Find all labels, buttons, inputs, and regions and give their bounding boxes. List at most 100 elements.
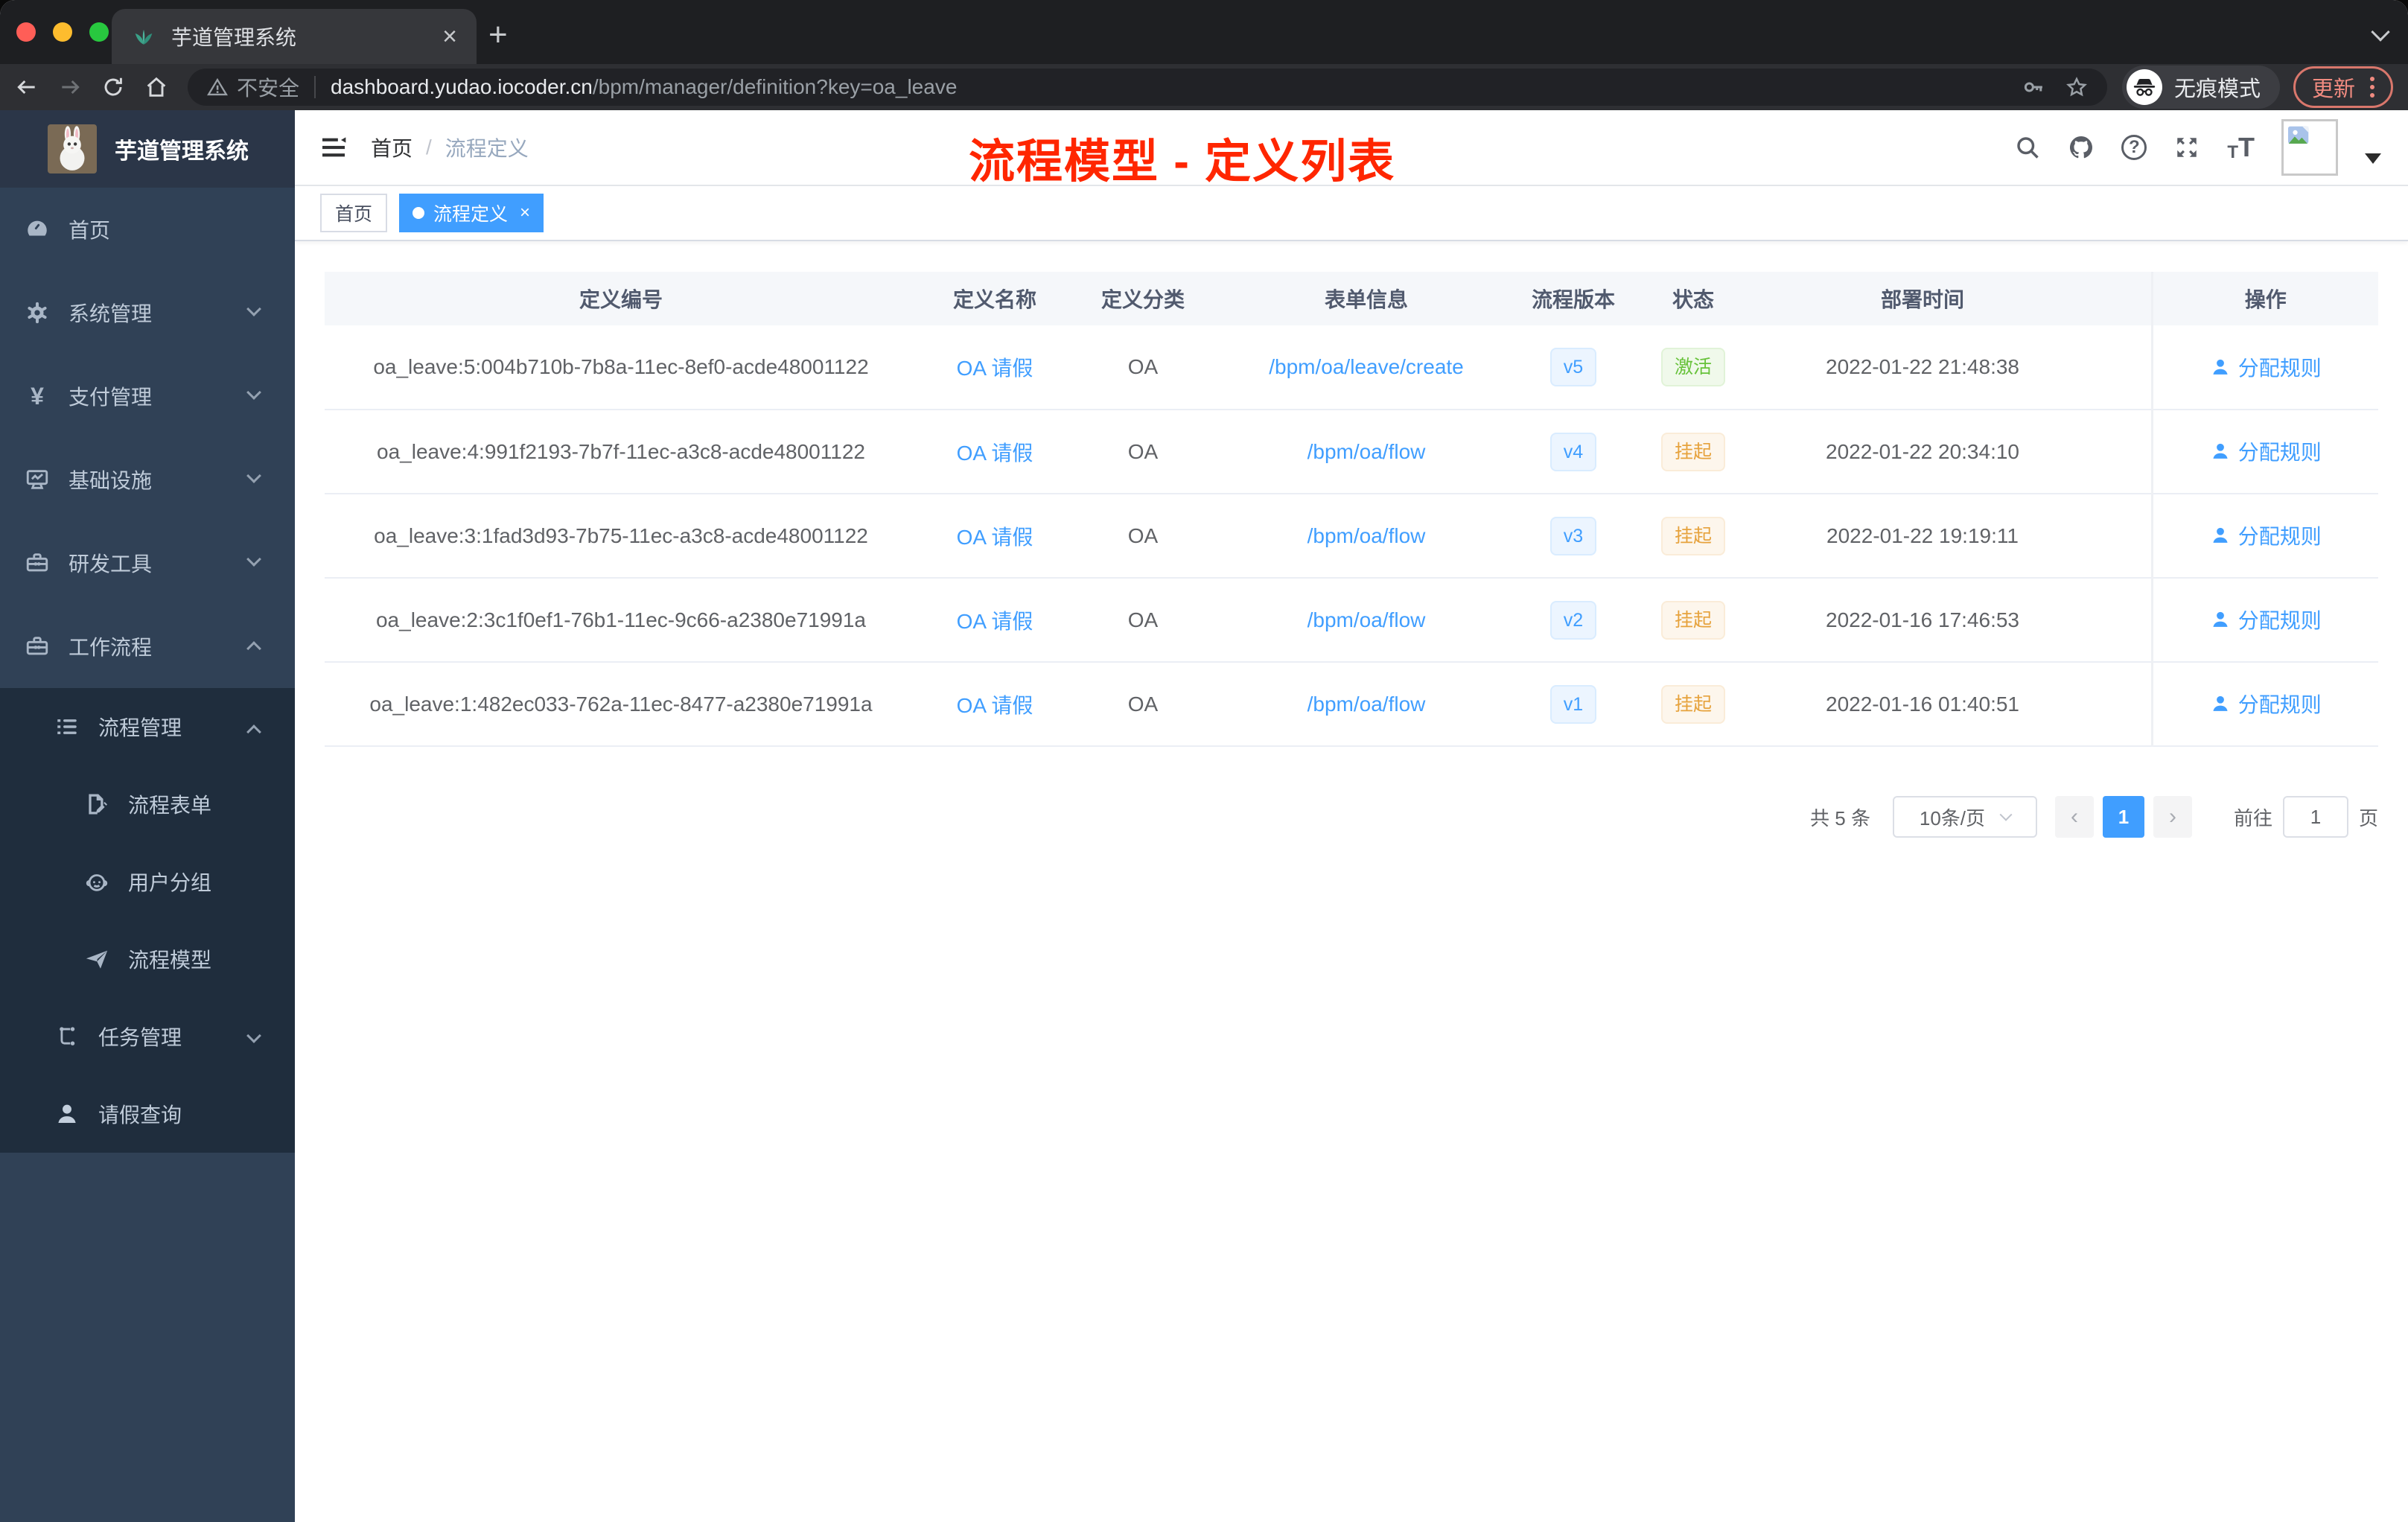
form-link[interactable]: /bpm/oa/flow — [1307, 524, 1426, 547]
breadcrumb-home[interactable]: 首页 — [371, 133, 413, 162]
fullscreen-icon[interactable] — [2173, 134, 2200, 161]
prev-page-button[interactable]: ‹ — [2054, 796, 2094, 838]
table-row: oa_leave:5:004b710b-7b8a-11ec-8ef0-acde4… — [325, 325, 2378, 410]
app-title: 芋道管理系统 — [115, 139, 249, 164]
col-definition-id: 定义编号 — [325, 272, 917, 325]
sidebar-item-dev-tools[interactable]: 研发工具 — [0, 521, 295, 605]
sidebar-item-user-group[interactable]: 用户分组 — [0, 843, 295, 920]
sidebar-item-task-management[interactable]: 任务管理 — [0, 998, 295, 1075]
version-badge: v2 — [1549, 600, 1597, 640]
assign-rule-link[interactable]: 分配规则 — [2210, 520, 2322, 550]
url-path: /bpm/manager/definition?key=oa_leave — [592, 75, 958, 98]
browser-tab[interactable]: 芋道管理系统 × — [112, 9, 477, 64]
main-content: 流程模型 - 定义列表 首页 / 流程定义 ? T T 首页 流程定义 × 定义… — [295, 110, 2408, 1522]
version-badge: v5 — [1549, 348, 1597, 386]
tag-close-icon[interactable]: × — [520, 203, 530, 223]
version-badge: v1 — [1549, 684, 1597, 724]
cell-deploy-time: 2022-01-16 01:40:51 — [1759, 662, 2086, 747]
next-page-button[interactable]: › — [2153, 796, 2192, 838]
font-size-icon[interactable]: TT — [2227, 132, 2255, 163]
chrome-update-button[interactable]: 更新 — [2293, 66, 2393, 108]
sidebar-item-process-management[interactable]: 流程管理 — [0, 688, 295, 765]
definition-name-link[interactable]: OA 请假 — [957, 610, 1033, 633]
back-button[interactable] — [10, 71, 43, 104]
chevron-down-icon — [246, 1028, 261, 1043]
breadcrumb-separator: / — [426, 136, 432, 159]
status-badge: 激活 — [1660, 348, 1725, 386]
assign-rule-link[interactable]: 分配规则 — [2210, 689, 2322, 719]
zoom-window-button[interactable] — [89, 22, 109, 42]
sidebar-item-system[interactable]: 系统管理 — [0, 271, 295, 354]
github-icon[interactable] — [2068, 134, 2095, 161]
security-label[interactable]: 不安全 — [237, 72, 299, 102]
sidebar-item-payment[interactable]: ¥ 支付管理 — [0, 354, 295, 438]
address-bar[interactable]: 不安全 dashboard.yudao.iocoder.cn/bpm/manag… — [188, 69, 2107, 106]
form-link[interactable]: /bpm/oa/flow — [1307, 692, 1426, 716]
form-edit-icon — [83, 791, 110, 818]
table-row: oa_leave:1:482ec033-762a-11ec-8477-a2380… — [325, 662, 2378, 747]
sidebar-item-home[interactable]: 首页 — [0, 188, 295, 271]
robot-face-icon — [83, 868, 110, 895]
definition-name-link[interactable]: OA 请假 — [957, 442, 1033, 465]
tag-process-definition[interactable]: 流程定义 × — [399, 194, 544, 232]
pagination: 共 5 条 10条/页 ‹ 1 › 前往 页 — [325, 793, 2378, 841]
sidebar-item-leave-query[interactable]: 请假查询 — [0, 1075, 295, 1153]
bookmark-star-icon[interactable] — [2065, 76, 2088, 98]
assign-rule-link[interactable]: 分配规则 — [2210, 436, 2322, 466]
reload-button[interactable] — [97, 71, 130, 104]
paper-plane-icon — [83, 946, 110, 972]
sidebar-item-workflow[interactable]: 工作流程 — [0, 605, 295, 688]
browser-menu-icon[interactable] — [2370, 77, 2374, 98]
chevron-down-icon — [246, 385, 261, 400]
status-badge: 挂起 — [1660, 600, 1725, 640]
status-badge: 挂起 — [1660, 684, 1725, 724]
security-warning-icon[interactable] — [207, 77, 228, 98]
help-icon[interactable]: ? — [2121, 135, 2147, 160]
assign-rule-link[interactable]: 分配规则 — [2210, 605, 2322, 634]
table-row: oa_leave:4:991f2193-7b7f-11ec-a3c8-acde4… — [325, 410, 2378, 494]
browser-tabstrip: 芋道管理系统 × + — [0, 0, 2408, 64]
sidebar-item-process-form[interactable]: 流程表单 — [0, 765, 295, 843]
password-key-icon[interactable] — [2022, 76, 2045, 98]
sidebar-item-process-model[interactable]: 流程模型 — [0, 920, 295, 998]
cell-definition-id: oa_leave:1:482ec033-762a-11ec-8477-a2380… — [325, 662, 917, 747]
forward-button[interactable] — [54, 71, 86, 104]
form-link[interactable]: /bpm/oa/flow — [1307, 608, 1426, 631]
new-tab-button[interactable]: + — [488, 16, 508, 54]
search-icon[interactable] — [2014, 134, 2041, 161]
cell-category: OA — [1072, 662, 1214, 747]
tag-home[interactable]: 首页 — [320, 194, 388, 232]
goto-page-input[interactable] — [2282, 796, 2348, 838]
version-badge: v4 — [1549, 432, 1597, 471]
omnibox-divider — [314, 76, 316, 98]
cell-category: OA — [1072, 325, 1214, 410]
page-number-1[interactable]: 1 — [2102, 796, 2144, 838]
monitor-icon — [24, 466, 51, 493]
chevron-up-icon — [246, 725, 261, 739]
tab-search-chevron-icon[interactable] — [2371, 22, 2390, 42]
avatar[interactable] — [2281, 119, 2338, 176]
assign-rule-link[interactable]: 分配规则 — [2210, 352, 2322, 382]
sidebar-logo[interactable]: 芋道管理系统 — [0, 110, 295, 188]
avatar-caret-icon[interactable] — [2365, 153, 2381, 164]
sidebar-fold-icon[interactable] — [319, 133, 348, 162]
cell-deploy-time: 2022-01-22 20:34:10 — [1759, 410, 2086, 494]
chevron-down-icon — [246, 552, 261, 567]
definition-name-link[interactable]: OA 请假 — [957, 526, 1033, 549]
sidebar-item-infrastructure[interactable]: 基础设施 — [0, 438, 295, 521]
chevron-down-icon — [1999, 808, 2013, 821]
form-link[interactable]: /bpm/oa/leave/create — [1269, 355, 1464, 378]
gear-icon — [24, 299, 51, 326]
minimize-window-button[interactable] — [53, 22, 72, 42]
tab-close-icon[interactable]: × — [442, 24, 457, 49]
form-link[interactable]: /bpm/oa/flow — [1307, 440, 1426, 463]
home-button[interactable] — [140, 71, 173, 104]
list-icon — [54, 713, 80, 740]
toolbox-icon — [24, 550, 51, 576]
definition-name-link[interactable]: OA 请假 — [957, 694, 1033, 717]
close-window-button[interactable] — [16, 22, 36, 42]
sidebar: 芋道管理系统 首页 系统管理 ¥ 支付管理 基础设施 研发工具 工作流程 流程管… — [0, 110, 295, 1522]
cell-definition-id: oa_leave:2:3c1f0ef1-76b1-11ec-9c66-a2380… — [325, 578, 917, 663]
page-size-select[interactable]: 10条/页 — [1892, 796, 2037, 838]
definition-name-link[interactable]: OA 请假 — [957, 357, 1033, 380]
